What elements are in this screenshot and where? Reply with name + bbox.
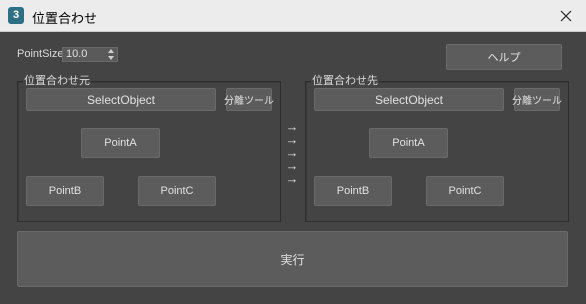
close-icon bbox=[560, 10, 572, 22]
help-button[interactable]: ヘルプ bbox=[446, 44, 562, 70]
target-select-object-button[interactable]: SelectObject bbox=[314, 88, 504, 111]
spinner-arrows-icon[interactable] bbox=[107, 49, 115, 60]
target-group-label: 位置合わせ先 bbox=[311, 72, 379, 88]
source-point-b-button[interactable]: PointB bbox=[26, 176, 104, 206]
close-button[interactable] bbox=[546, 0, 586, 32]
source-point-a-button[interactable]: PointA bbox=[81, 128, 160, 158]
source-select-object-button[interactable]: SelectObject bbox=[26, 88, 216, 111]
source-group-label: 位置合わせ元 bbox=[23, 72, 91, 88]
source-detach-tool-button[interactable]: 分離ツール bbox=[224, 88, 274, 111]
right-arrow-icon: → bbox=[285, 171, 299, 186]
source-point-c-button[interactable]: PointC bbox=[138, 176, 216, 206]
target-point-c-button[interactable]: PointC bbox=[426, 176, 504, 206]
app-icon: 3 bbox=[8, 7, 24, 24]
execute-button[interactable]: 実行 bbox=[17, 231, 568, 287]
arrow-stack: → → → → → bbox=[285, 120, 299, 185]
target-detach-tool-button[interactable]: 分離ツール bbox=[512, 88, 562, 111]
point-size-spinner[interactable]: 10.0 bbox=[62, 47, 118, 62]
point-size-value: 10.0 bbox=[66, 48, 88, 60]
title-bar: 3 位置合わせ bbox=[0, 0, 586, 32]
target-point-b-button[interactable]: PointB bbox=[314, 176, 392, 206]
window-title: 位置合わせ bbox=[32, 11, 98, 26]
point-size-label: PointSize bbox=[17, 48, 64, 60]
target-point-a-button[interactable]: PointA bbox=[369, 128, 448, 158]
